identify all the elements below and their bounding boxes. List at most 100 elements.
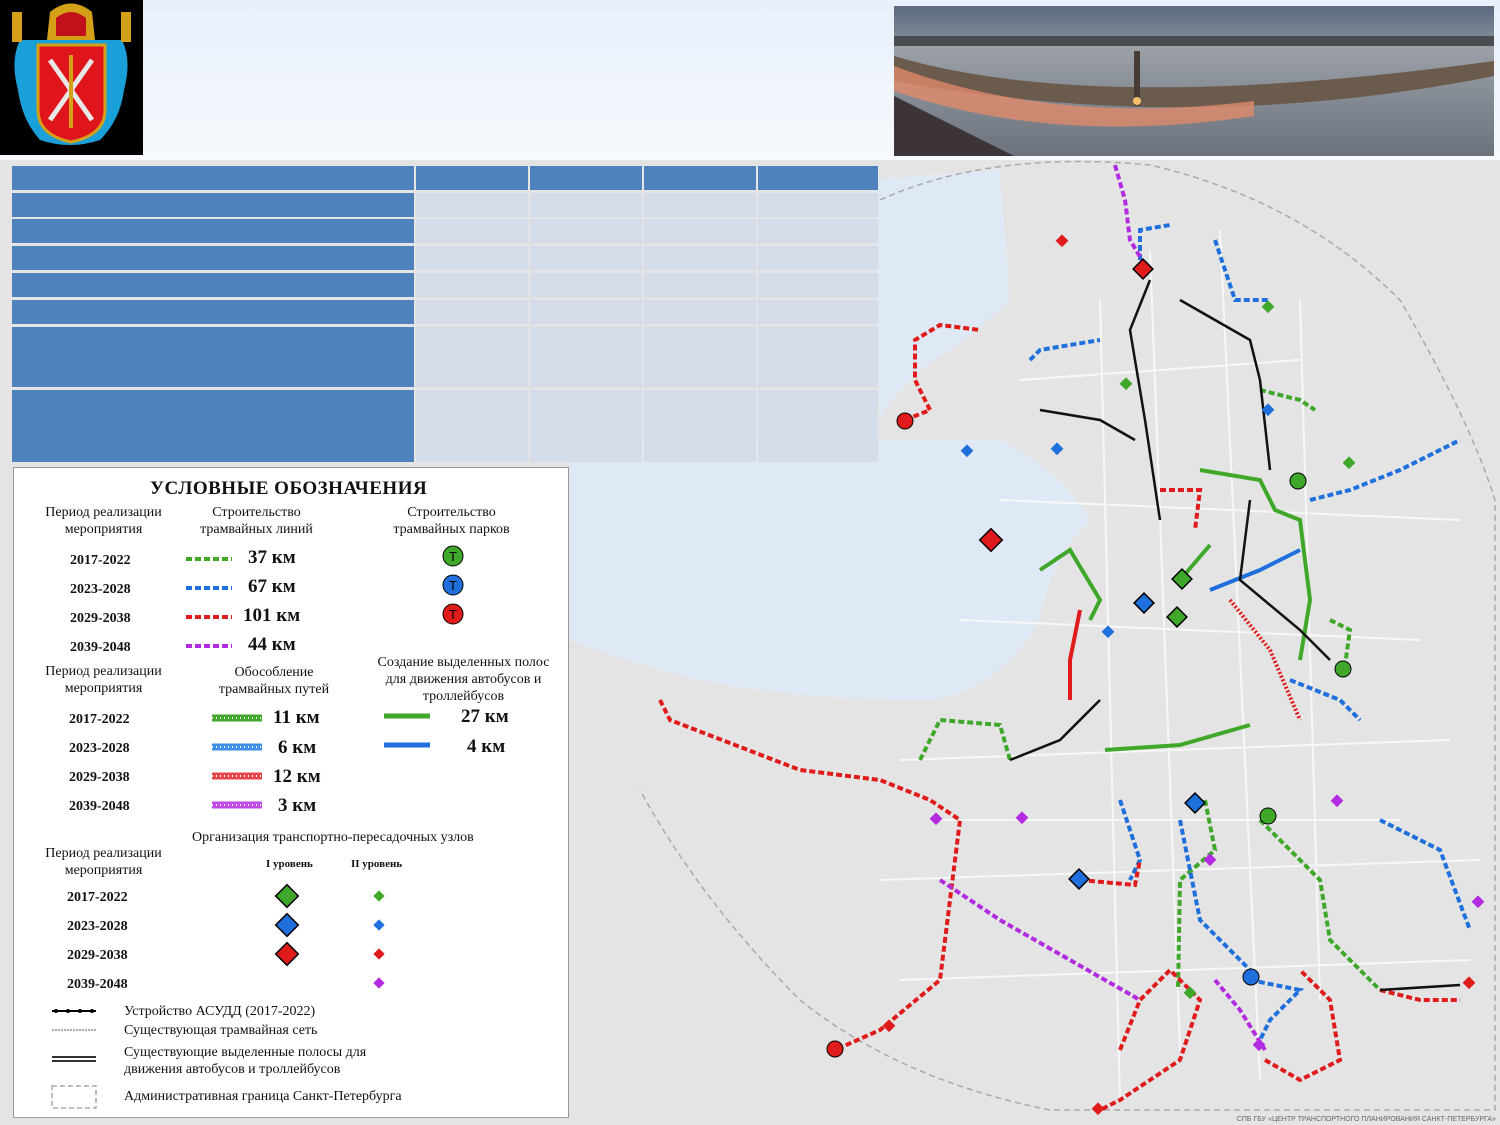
table-header-cell [644, 166, 756, 190]
table-cell [758, 327, 878, 387]
table-cell [644, 246, 756, 270]
source-credit: СПБ ГБУ «ЦЕНТР ТРАНСПОРТНОГО ПЛАНИРОВАНИ… [1236, 1116, 1496, 1123]
table-cell [644, 327, 756, 387]
table-row-label-cell [12, 246, 414, 270]
table-cell [530, 390, 642, 462]
map-legend: УСЛОВНЫЕ ОБОЗНАЧЕНИЯ Период реализации м… [13, 467, 569, 1118]
period-label: 2023-2028 [70, 582, 131, 597]
boundary-label: Административная граница Санкт-Петербург… [124, 1089, 402, 1104]
tram-line-km: 67 км [248, 576, 296, 597]
svg-text:Т: Т [449, 578, 457, 593]
period-label: 2029-2038 [67, 948, 128, 963]
period-label: 2017-2022 [69, 712, 130, 727]
hub-l1-2023-icon [274, 912, 300, 938]
hub-l1-2017-icon [274, 883, 300, 909]
table-header-cell [758, 166, 878, 190]
table-cell [644, 390, 756, 462]
bus-lane-km: 27 км [461, 706, 509, 727]
table-cell [530, 193, 642, 217]
table-row-label-cell [12, 390, 414, 462]
tram-park-2017-icon: Т [442, 545, 464, 567]
table-cell [758, 390, 878, 462]
period-heading: Период реализации мероприятия [45, 846, 162, 878]
table-row-label-cell [12, 219, 414, 243]
tram-parks-heading: Строительство трамвайных парков [393, 505, 510, 537]
period-label: 2017-2022 [70, 553, 131, 568]
svg-text:Т: Т [449, 607, 457, 622]
table-row-label-cell [12, 327, 414, 387]
isolation-km: 12 км [273, 766, 321, 787]
existing-tram-swatch [52, 1029, 96, 1031]
table-cell [530, 273, 642, 297]
table-cell [644, 273, 756, 297]
existing-lanes-label: Существующие выделенные полосы для движе… [124, 1045, 367, 1077]
tram-line-2023-swatch [186, 586, 232, 590]
period-label: 2039-2048 [70, 640, 131, 655]
isolation-2039-swatch [212, 801, 262, 809]
tram-line-km: 44 км [248, 634, 296, 655]
isolation-2029-swatch [212, 772, 262, 780]
table-cell [758, 246, 878, 270]
table-cell [416, 300, 528, 324]
legend-title: УСЛОВНЫЕ ОБОЗНАЧЕНИЯ [150, 478, 428, 499]
table-cell [530, 300, 642, 324]
bus-lane-km: 4 км [467, 736, 506, 757]
period-label: 2023-2028 [69, 741, 130, 756]
table-cell [530, 246, 642, 270]
isolation-km: 6 км [278, 737, 317, 758]
period-label: 2029-2038 [69, 770, 130, 785]
period-label: 2039-2048 [67, 977, 128, 992]
table-cell [644, 219, 756, 243]
hub-l2-2017-icon [373, 890, 385, 902]
tram-line-2017-swatch [186, 557, 232, 561]
table-cell [758, 273, 878, 297]
tram-park-2029-icon: Т [442, 603, 464, 625]
hubs-heading: Организация транспортно-пересадочных узл… [192, 830, 474, 845]
tram-line-2029-swatch [186, 615, 232, 619]
bridge-panorama-photo [894, 6, 1494, 156]
period-heading: Период реализации мероприятия [45, 505, 162, 537]
bus-lanes-heading: Создание выделенных полос для движения а… [377, 655, 550, 704]
hub-l2-2029-icon [373, 948, 385, 960]
table-row-label-cell [12, 300, 414, 324]
table-header-cell [416, 166, 528, 190]
table-cell [416, 246, 528, 270]
asudd-swatch [52, 1009, 96, 1013]
svg-text:Т: Т [449, 549, 457, 564]
table-cell [416, 219, 528, 243]
table-cell [644, 300, 756, 324]
table-cell [644, 193, 756, 217]
table-cell [758, 193, 878, 217]
table-cell [416, 390, 528, 462]
period-label: 2039-2048 [69, 799, 130, 814]
tram-line-2039-swatch [186, 644, 232, 648]
tram-line-km: 37 км [248, 547, 296, 568]
table-header-cell [530, 166, 642, 190]
hub-l1-2029-icon [274, 941, 300, 967]
table-cell [416, 327, 528, 387]
table-row-label-cell [12, 273, 414, 297]
bus-lane-2023-swatch [384, 742, 430, 748]
period-label: 2029-2038 [70, 611, 131, 626]
isolation-km: 3 км [278, 795, 317, 816]
table-header-cell [12, 166, 414, 190]
table-cell [758, 300, 878, 324]
summary-table [12, 166, 878, 466]
isolation-2017-swatch [212, 714, 262, 722]
period-heading: Период реализации мероприятия [45, 664, 162, 696]
existing-tram-label: Существующая трамвайная сеть [124, 1023, 318, 1038]
level2-label: II уровень [351, 858, 403, 870]
level1-label: I уровень [266, 858, 313, 870]
table-cell [416, 273, 528, 297]
table-cell [416, 193, 528, 217]
table-cell [530, 327, 642, 387]
tram-park-2023-icon: Т [442, 574, 464, 596]
isolation-2023-swatch [212, 743, 262, 751]
period-label: 2017-2022 [67, 890, 128, 905]
boundary-swatch [51, 1085, 97, 1109]
existing-lanes-swatch [52, 1056, 96, 1062]
hub-l2-2023-icon [373, 919, 385, 931]
table-row-label-cell [12, 193, 414, 217]
period-label: 2023-2028 [67, 919, 128, 934]
tram-line-km: 101 км [243, 605, 301, 626]
